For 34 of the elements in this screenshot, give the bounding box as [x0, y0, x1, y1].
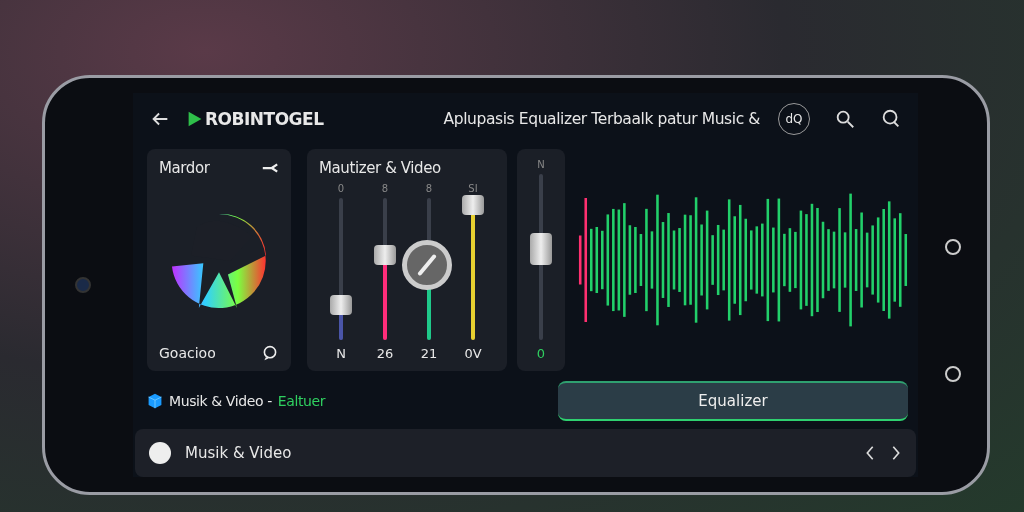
chat-search-icon[interactable] [880, 108, 902, 130]
card-title: Mautizer & Video [319, 159, 442, 177]
slider-thumb[interactable] [330, 294, 352, 315]
brand-name: ROBINTOGEL [205, 109, 324, 129]
status-text: Musik & Video - [169, 393, 272, 409]
sensor-icon [944, 238, 961, 255]
slider-thumb[interactable] [530, 232, 552, 265]
channel-label: 0 [337, 183, 345, 194]
search-icon[interactable] [834, 108, 856, 130]
previous-icon[interactable] [864, 444, 876, 462]
channel-value: 21 [420, 346, 438, 361]
channel-label: N [537, 159, 545, 170]
channel-value: N [336, 346, 346, 361]
logo-icon [187, 109, 203, 129]
channel-label: SI [468, 183, 478, 194]
channel-label: 8 [425, 183, 433, 194]
channel-label: 8 [381, 183, 389, 194]
cube-icon [147, 393, 163, 409]
channel-value: 0V [464, 346, 482, 361]
sensor-icon [944, 365, 961, 382]
knob-icon[interactable] [402, 239, 452, 290]
next-icon[interactable] [890, 444, 902, 462]
channel-value: 0 [536, 346, 546, 361]
app-title: Aplupasis Equalizer Terbaalk patur Music & [442, 110, 760, 128]
status-accent-text: Ealtuer [277, 393, 326, 409]
card-footer-text: Goacioo [159, 345, 216, 361]
slider-thumb[interactable] [374, 244, 396, 265]
channel-value: 26 [376, 346, 394, 361]
equalizer-button[interactable]: Equalizer [558, 381, 908, 421]
camera-icon [75, 277, 91, 293]
slider-thumb[interactable] [462, 195, 484, 216]
track-title: Musik & Video [185, 444, 293, 462]
card-title: Mardor [159, 159, 210, 177]
speech-bubble-icon[interactable] [261, 345, 279, 361]
